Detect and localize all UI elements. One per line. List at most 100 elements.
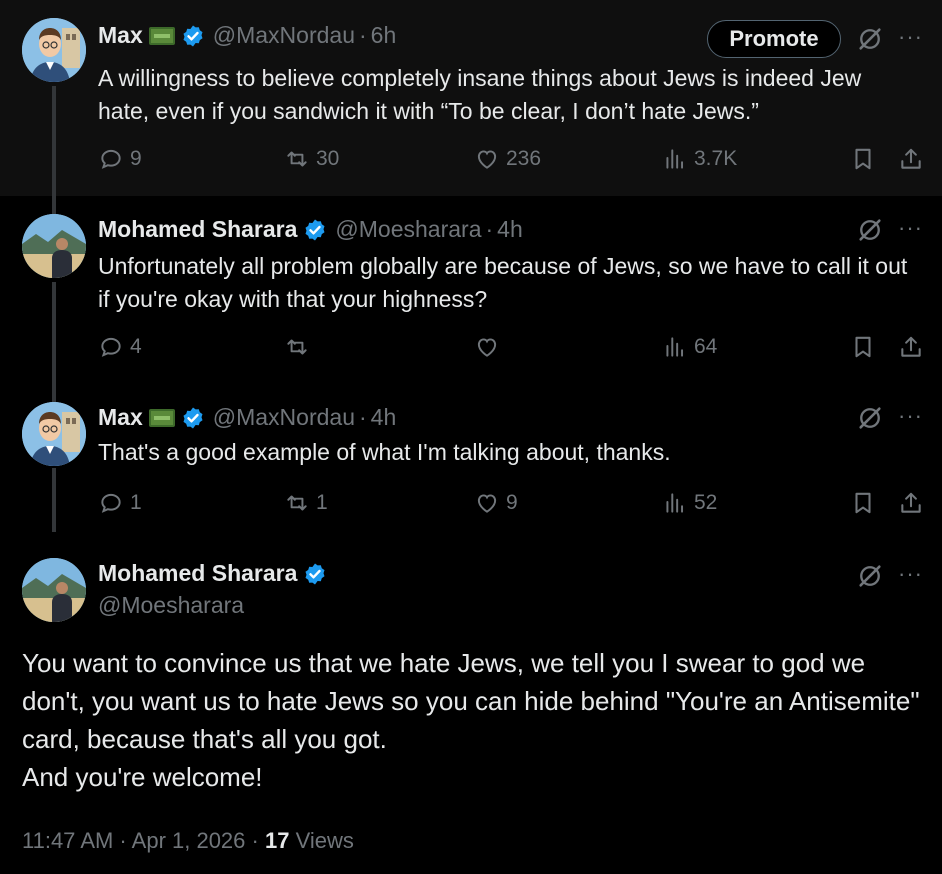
tweet-1[interactable]: Max @MaxNordau · 6h Promote ··· A willin… [0, 0, 942, 196]
avatar[interactable] [22, 18, 86, 82]
bookmark-button[interactable] [850, 334, 876, 360]
retweet-icon [284, 146, 310, 172]
thread-line [52, 196, 56, 214]
author-row: Max @MaxNordau · 4h [98, 404, 396, 431]
views-button[interactable]: 64 [662, 334, 717, 360]
author-name[interactable]: Mohamed Sharara [98, 560, 297, 587]
badge-icon [148, 26, 175, 45]
timestamp[interactable]: 6h [371, 22, 397, 49]
author-handle[interactable]: @Moesharara [98, 592, 244, 619]
bookmark-icon [850, 334, 876, 360]
avatar[interactable] [22, 402, 86, 466]
reply-button[interactable]: 4 [98, 334, 142, 360]
like-button[interactable]: 9 [474, 490, 518, 516]
like-button[interactable]: 236 [474, 146, 541, 172]
views-button[interactable]: 3.7K [662, 146, 737, 172]
bookmark-button[interactable] [850, 490, 876, 516]
like-button[interactable] [474, 334, 506, 360]
tweet-2[interactable]: Mohamed Sharara @Moesharara · 4h ··· Unf… [0, 196, 942, 386]
tweet-text-line: And you're welcome! [22, 762, 263, 792]
share-button[interactable] [898, 334, 924, 360]
avatar[interactable] [22, 214, 86, 278]
timestamp[interactable]: 11:47 AM · Apr 1, 2026 · [22, 828, 265, 853]
badge-icon [148, 408, 175, 427]
tweet-text: That's a good example of what I'm talkin… [98, 439, 671, 465]
share-icon [898, 334, 924, 360]
reply-button[interactable]: 9 [98, 146, 142, 172]
promote-button[interactable]: Promote [707, 20, 841, 58]
views-count: 3.7K [694, 147, 738, 170]
tweet-text-line: You want to convince us that we hate Jew… [22, 648, 920, 754]
verified-icon[interactable] [181, 24, 205, 48]
tweet-actions: 9 30 236 3.7K [98, 146, 924, 176]
grok-icon[interactable] [856, 562, 884, 590]
more-icon[interactable]: ··· [898, 561, 923, 587]
author-handle[interactable]: @Moesharara [335, 216, 481, 243]
author-row: Mohamed Sharara @Moesharara · 4h [98, 216, 523, 243]
tweet-actions: 4 64 [98, 334, 924, 364]
grok-icon[interactable] [856, 404, 884, 432]
tweet-text: A willingness to believe completely insa… [98, 65, 862, 124]
share-button[interactable] [898, 490, 924, 516]
tweet-3[interactable]: Max @MaxNordau · 4h ··· That's a good ex… [0, 386, 942, 532]
tweet-text: Unfortunately all problem globally are b… [98, 253, 908, 312]
like-icon [474, 146, 500, 172]
verified-icon[interactable] [181, 406, 205, 430]
verified-icon[interactable] [303, 562, 327, 586]
views-icon [662, 146, 688, 172]
reply-button[interactable]: 1 [98, 490, 142, 516]
tweet-thread: Max @MaxNordau · 6h Promote ··· A willin… [0, 0, 942, 874]
bookmark-icon [850, 146, 876, 172]
reply-icon [98, 490, 124, 516]
retweet-count: 30 [316, 147, 340, 170]
reply-icon [98, 334, 124, 360]
author-name[interactable]: Max [98, 22, 143, 49]
share-icon [898, 146, 924, 172]
views-label: Views [289, 828, 354, 853]
timestamp[interactable]: 4h [371, 404, 397, 431]
thread-line [52, 386, 56, 402]
like-icon [474, 490, 500, 516]
grok-icon[interactable] [856, 216, 884, 244]
views-icon [662, 334, 688, 360]
views-count: 52 [694, 491, 718, 514]
author-name[interactable]: Mohamed Sharara [98, 216, 297, 243]
bookmark-button[interactable] [850, 146, 876, 172]
like-count: 9 [506, 491, 518, 514]
timestamp[interactable]: 4h [497, 216, 523, 243]
separator: · [358, 404, 367, 430]
bookmark-icon [850, 490, 876, 516]
like-count: 236 [506, 147, 542, 170]
more-icon[interactable]: ··· [898, 215, 923, 241]
author-row: Max @MaxNordau · 6h [98, 22, 396, 49]
views-count: 64 [694, 335, 718, 358]
thread-line [52, 468, 56, 532]
more-icon[interactable]: ··· [898, 403, 923, 429]
grok-icon[interactable] [856, 25, 884, 53]
views-icon [662, 490, 688, 516]
separator: · [485, 216, 494, 242]
thread-line [52, 282, 56, 386]
like-icon [474, 334, 500, 360]
author-handle[interactable]: @MaxNordau [213, 22, 355, 49]
views-button[interactable]: 52 [662, 490, 717, 516]
author-name[interactable]: Max [98, 404, 143, 431]
views-count: 17 [264, 828, 290, 853]
verified-icon[interactable] [303, 218, 327, 242]
reply-count: 1 [130, 491, 142, 514]
reply-icon [98, 146, 124, 172]
more-icon[interactable]: ··· [898, 24, 923, 50]
avatar[interactable] [22, 558, 86, 622]
separator: · [358, 22, 367, 48]
tweet-meta: 11:47 AM · Apr 1, 2026 · 17 Views [22, 828, 354, 854]
main-tweet: Mohamed Sharara @Moesharara ··· You want… [0, 532, 942, 874]
retweet-button[interactable]: 30 [284, 146, 339, 172]
retweet-button[interactable]: 1 [284, 490, 328, 516]
tweet-text: You want to convince us that we hate Jew… [22, 644, 924, 796]
thread-line [52, 86, 56, 196]
author-handle[interactable]: @MaxNordau [213, 404, 355, 431]
retweet-button[interactable] [284, 334, 316, 360]
share-button[interactable] [898, 146, 924, 172]
retweet-icon [284, 490, 310, 516]
share-icon [898, 490, 924, 516]
